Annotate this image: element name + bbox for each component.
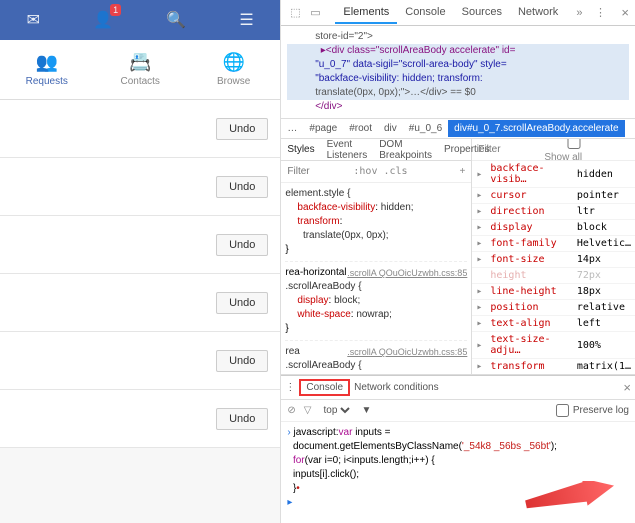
friend-requests-icon[interactable]: 👤1 xyxy=(93,10,113,30)
undo-button[interactable]: Undo xyxy=(216,292,268,314)
computed-filter-input[interactable] xyxy=(478,144,538,155)
undo-button[interactable]: Undo xyxy=(216,234,268,256)
list-item: Undo xyxy=(0,100,280,158)
crumb[interactable]: … xyxy=(281,120,303,137)
fb-tab-contacts[interactable]: 📇Contacts xyxy=(93,40,186,99)
styles-pane: StylesEvent ListenersDOM BreakpointsProp… xyxy=(281,139,472,374)
computed-row[interactable]: ▸displayblock xyxy=(472,220,635,236)
subtab-styles[interactable]: Styles xyxy=(281,141,320,158)
requests-icon: 👥 xyxy=(36,52,58,73)
request-list[interactable]: Undo Undo Undo Undo Undo Undo xyxy=(0,100,280,523)
devtools-toolbar: ⬚ ▭ ElementsConsoleSourcesNetwork » ⋮ × xyxy=(281,0,635,26)
menu-icon[interactable]: ☰ xyxy=(239,10,253,30)
undo-button[interactable]: Undo xyxy=(216,408,268,430)
computed-row[interactable]: ▸positionrelative xyxy=(472,300,635,316)
subtab-dom-breakpoints[interactable]: DOM Breakpoints xyxy=(373,139,438,164)
computed-row[interactable]: ▸font-familyHelvetic… xyxy=(472,236,635,252)
devtools: ⬚ ▭ ElementsConsoleSourcesNetwork » ⋮ × … xyxy=(281,0,635,523)
hov-toggle[interactable]: :hov xyxy=(353,166,377,177)
console-drawer: ⋮ Console Network conditions × ⊘ ▽ top ▼… xyxy=(281,375,635,523)
contacts-icon: 📇 xyxy=(129,52,151,73)
styles-filter-input[interactable] xyxy=(287,166,347,177)
clear-console-icon[interactable]: ⊘ xyxy=(287,405,295,416)
undo-button[interactable]: Undo xyxy=(216,176,268,198)
close-drawer[interactable]: × xyxy=(623,380,631,395)
list-item: Undo xyxy=(0,390,280,448)
messages-icon[interactable]: ✉ xyxy=(27,10,40,30)
devtools-menu-icon[interactable]: ⋮ xyxy=(592,5,608,21)
list-item: Undo xyxy=(0,158,280,216)
computed-row[interactable]: ▸cursorpointer xyxy=(472,188,635,204)
elements-tree[interactable]: store-id="2"> ▸<div class="scrollAreaBod… xyxy=(281,26,635,119)
crumb[interactable]: div#u_0_7.scrollAreaBody.accelerate xyxy=(448,120,624,137)
devtools-tab-console[interactable]: Console xyxy=(397,2,453,24)
breadcrumb[interactable]: …#page#rootdiv#u_0_6div#u_0_7.scrollArea… xyxy=(281,119,635,139)
close-devtools[interactable]: × xyxy=(621,5,629,20)
fb-tab-browse[interactable]: 🌐Browse xyxy=(187,40,280,99)
list-item: Undo xyxy=(0,274,280,332)
computed-row[interactable]: ▸text-alignleft xyxy=(472,316,635,332)
computed-row[interactable]: ▸font-size14px xyxy=(472,252,635,268)
devtools-tab-network[interactable]: Network xyxy=(510,2,566,24)
list-item: Undo xyxy=(0,216,280,274)
computed-row[interactable]: ▸directionltr xyxy=(472,204,635,220)
subtab-event-listeners[interactable]: Event Listeners xyxy=(321,139,374,164)
device-icon[interactable]: ▭ xyxy=(307,5,323,21)
levels-dropdown[interactable]: ▼ xyxy=(361,405,371,416)
preserve-log-checkbox[interactable] xyxy=(556,404,569,417)
browse-icon: 🌐 xyxy=(222,52,244,73)
drawer-tab-console[interactable]: Console xyxy=(299,379,350,396)
computed-pane: Show all ▸backface-visib…hidden▸cursorpo… xyxy=(472,139,635,374)
computed-row[interactable]: ▸line-height18px xyxy=(472,284,635,300)
devtools-tab-sources[interactable]: Sources xyxy=(454,2,510,24)
cls-toggle[interactable]: .cls xyxy=(383,166,407,177)
console-prompt[interactable]: ▸ xyxy=(287,497,292,508)
console-output[interactable]: › javascript:var inputs = document.getEl… xyxy=(281,422,635,523)
list-item: Undo xyxy=(0,332,280,390)
annotation-arrow xyxy=(525,481,615,521)
undo-button[interactable]: Undo xyxy=(216,118,268,140)
drawer-tab-network-conditions[interactable]: Network conditions xyxy=(354,382,438,393)
crumb[interactable]: #u_0_6 xyxy=(403,120,448,137)
notification-badge: 1 xyxy=(110,4,121,16)
drawer-menu-icon[interactable]: ⋮ xyxy=(285,382,295,393)
filter-icon[interactable]: ▽ xyxy=(304,405,312,416)
facebook-pane: ✉ 👤1 🔍 ☰ 👥Requests📇Contacts🌐Browse UndoU… xyxy=(0,0,281,523)
fb-tab-requests[interactable]: 👥Requests xyxy=(0,40,93,99)
inspect-icon[interactable]: ⬚ xyxy=(287,5,303,21)
crumb[interactable]: #root xyxy=(343,120,378,137)
crumb[interactable]: #page xyxy=(303,120,343,137)
source-link[interactable]: .scrollA QOuOicUzwbh.css:85 xyxy=(347,266,467,280)
context-select[interactable]: top xyxy=(319,404,353,417)
computed-row[interactable]: ▸backface-visib…hidden xyxy=(472,161,635,188)
computed-row[interactable]: ▸text-size-adju…100% xyxy=(472,332,635,359)
computed-row[interactable]: ▸transformmatrix(1… xyxy=(472,359,635,375)
computed-row[interactable]: height72px xyxy=(472,268,635,284)
show-all-checkbox[interactable] xyxy=(544,139,604,149)
search-icon[interactable]: 🔍 xyxy=(166,10,186,30)
devtools-tab-elements[interactable]: Elements xyxy=(335,2,397,24)
more-tabs[interactable]: » xyxy=(570,3,588,23)
css-rule[interactable]: .scrollA QOuOicUzwbh.css:85rea-horizonta… xyxy=(285,266,467,341)
css-rule[interactable]: element.style {backface-visibility: hidd… xyxy=(285,187,467,262)
crumb[interactable]: div xyxy=(378,120,403,137)
fb-header: ✉ 👤1 🔍 ☰ xyxy=(0,0,280,40)
add-rule-icon[interactable]: + xyxy=(459,166,465,177)
fb-tabs: 👥Requests📇Contacts🌐Browse xyxy=(0,40,280,100)
source-link[interactable]: .scrollA QOuOicUzwbh.css:85 xyxy=(347,345,467,359)
undo-button[interactable]: Undo xyxy=(216,350,268,372)
css-rule[interactable]: .scrollA QOuOicUzwbh.css:85rea .scrollAr… xyxy=(285,345,467,374)
